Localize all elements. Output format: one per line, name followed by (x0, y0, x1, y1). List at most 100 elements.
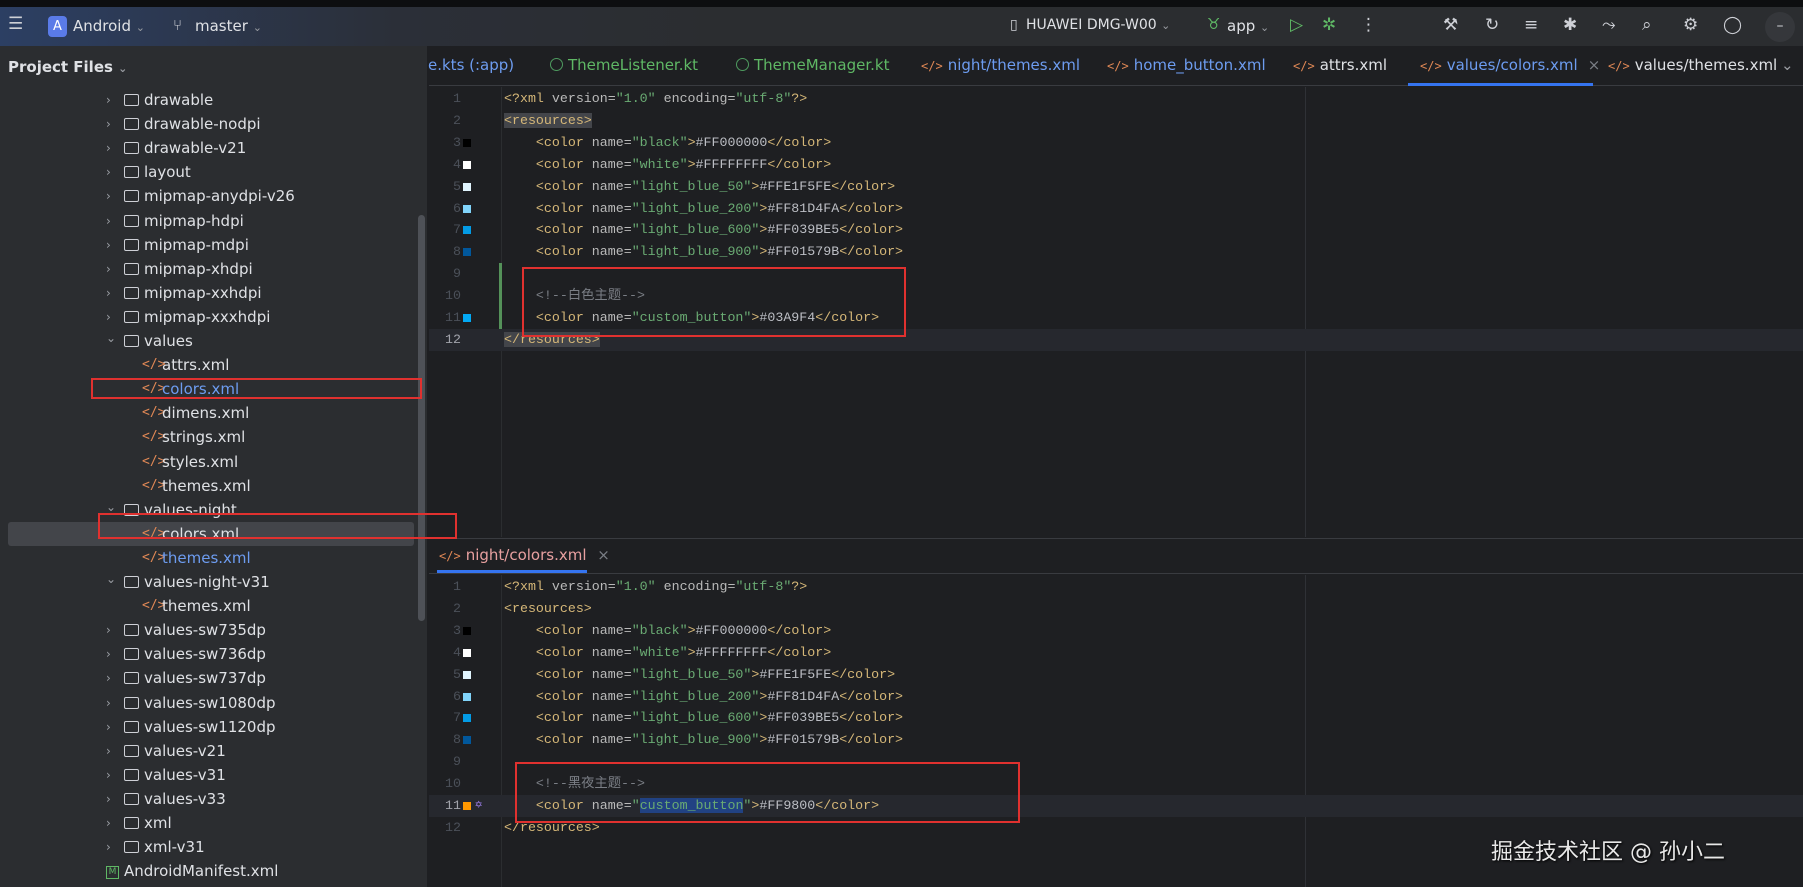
tree-item[interactable]: › xml-v31 (0, 835, 420, 859)
chevron-right-icon[interactable]: › (106, 691, 111, 715)
tree-item[interactable]: › values-sw736dp (0, 642, 420, 666)
tree-item[interactable]: › values-sw1080dp (0, 691, 420, 715)
code-line[interactable]: 2 <resources> (429, 110, 1803, 132)
chevron-right-icon[interactable]: › (106, 715, 111, 739)
build-icon[interactable]: ⚒ (1443, 15, 1458, 35)
search-icon[interactable]: ⌕ (1642, 15, 1652, 35)
color-swatch-icon[interactable] (463, 670, 471, 679)
translate-icon[interactable]: ↻ (1485, 15, 1499, 35)
tree-item[interactable]: </> dimens.xml (0, 401, 420, 425)
chevron-right-icon[interactable]: › (106, 257, 111, 281)
tree-item[interactable]: › layout (0, 160, 420, 184)
tab-item[interactable]: </> attrs.xml (1293, 56, 1387, 74)
tab-item[interactable]: </> night/themes.xml (921, 56, 1080, 74)
tree-item[interactable]: › mipmap-hdpi (0, 209, 420, 233)
tree-item[interactable]: M AndroidManifest.xml (0, 859, 420, 883)
run-config-selector[interactable]: app ⌄ (1227, 17, 1269, 35)
project-files-header[interactable]: Project Files ⌄ (8, 58, 127, 76)
close-icon[interactable]: × (597, 546, 610, 564)
code-line[interactable]: 4 <color name="white">#FFFFFFFF</color> (429, 642, 1803, 664)
tree-item[interactable]: › mipmap-xxxhdpi (0, 305, 420, 329)
chevron-right-icon[interactable]: › (106, 88, 111, 112)
code-line[interactable]: 3 <color name="black">#FF000000</color> (429, 620, 1803, 642)
code-line[interactable]: 5 <color name="light_blue_50" > #FFE1F5FE<… (429, 664, 1803, 686)
vcs-change-marker[interactable] (499, 263, 502, 329)
minimize-button[interactable]: – (1765, 12, 1795, 42)
chevron-right-icon[interactable]: › (106, 233, 111, 257)
run-icon[interactable]: ▷ (1290, 15, 1303, 35)
color-swatch-icon[interactable] (463, 182, 471, 191)
tree-item[interactable]: › mipmap-anydpi-v26 (0, 184, 420, 208)
tab-item[interactable]: e.kts (:app) (428, 56, 514, 74)
code-line[interactable]: 8 <color name="light_blue_900" > #FF01579B… (429, 729, 1803, 751)
chevron-right-icon[interactable]: › (106, 763, 111, 787)
code-line[interactable]: 7 <color name="light_blue_600" > #FF039BE5… (429, 707, 1803, 729)
tab-night-colors[interactable]: </> night/colors.xml × (439, 546, 610, 564)
chevron-down-icon[interactable]: ⌄ (106, 567, 116, 591)
code-line[interactable]: 3 <color name="black">#FF000000</color> (429, 132, 1803, 154)
device-mirror-icon[interactable]: ⤳ (1602, 15, 1616, 35)
tab-item[interactable]: ThemeManager.kt (736, 56, 889, 74)
tab-overflow-chevron[interactable]: ⌄ (1781, 56, 1794, 74)
tree-item[interactable]: </> themes.xml (0, 474, 420, 498)
tree-item[interactable]: </> attrs.xml (0, 353, 420, 377)
chevron-right-icon[interactable]: › (106, 835, 111, 859)
code-line[interactable]: 5 <color name="light_blue_50" > #FFE1F5FE<… (429, 176, 1803, 198)
tree-item[interactable]: › values-v21 (0, 739, 420, 763)
tree-item[interactable]: ⌄ values (0, 329, 420, 353)
chevron-right-icon[interactable]: › (106, 642, 111, 666)
tree-item[interactable]: </> strings.xml (0, 425, 420, 449)
tree-item[interactable]: </> themes.xml (0, 546, 420, 570)
settings-icon[interactable]: ⚙ (1683, 15, 1698, 35)
code-line[interactable]: 2 <resources> (429, 598, 1803, 620)
tab-item[interactable]: ThemeListener.kt (550, 56, 698, 74)
tree-item[interactable]: › mipmap-xhdpi (0, 257, 420, 281)
chevron-right-icon[interactable]: › (106, 209, 111, 233)
tree-item[interactable]: </> styles.xml (0, 450, 420, 474)
project-selector[interactable]: Android ⌄ (73, 17, 145, 35)
tree-item[interactable]: › values-v31 (0, 763, 420, 787)
tab-item[interactable]: </> home_button.xml (1107, 56, 1266, 74)
code-line[interactable]: 7 <color name="light_blue_600" > #FF039BE5… (429, 219, 1803, 241)
tree-item[interactable]: › values-sw737dp (0, 666, 420, 690)
intention-icon[interactable]: ✡ (475, 797, 482, 812)
color-swatch-icon[interactable] (463, 160, 471, 169)
chevron-right-icon[interactable]: › (106, 787, 111, 811)
color-swatch-icon[interactable] (463, 226, 471, 235)
bug-sync-icon[interactable]: ✱ (1563, 15, 1577, 35)
tree-item[interactable]: › values-v33 (0, 787, 420, 811)
tree-item[interactable]: › drawable-nodpi (0, 112, 420, 136)
main-menu-icon[interactable]: ☰ (8, 14, 23, 34)
chevron-right-icon[interactable]: › (106, 112, 111, 136)
code-line[interactable]: 1 <?xml version="1.0" encoding="utf-8"?> (429, 576, 1803, 598)
tree-item[interactable]: </> themes.xml (0, 594, 420, 618)
chevron-right-icon[interactable]: › (106, 618, 111, 642)
color-swatch-icon[interactable] (463, 138, 471, 147)
tab-item[interactable]: </> values/themes.xml (1608, 56, 1777, 74)
code-line[interactable]: 8 <color name="light_blue_900" > #FF01579B… (429, 241, 1803, 263)
chevron-right-icon[interactable]: › (106, 184, 111, 208)
color-swatch-icon[interactable] (463, 314, 471, 322)
device-selector[interactable]: HUAWEI DMG-W00 ⌄ (1026, 17, 1170, 33)
tree-item[interactable]: › xml (0, 811, 420, 835)
color-swatch-icon[interactable] (463, 714, 471, 723)
code-line[interactable]: 4 <color name="white">#FFFFFFFF</color> (429, 154, 1803, 176)
color-swatch-icon[interactable] (463, 248, 471, 257)
tree-item[interactable]: › mipmap-mdpi (0, 233, 420, 257)
tree-item[interactable]: › values-sw735dp (0, 618, 420, 642)
tree-item[interactable]: › drawable (0, 88, 420, 112)
tree-item[interactable]: › mipmap-xxhdpi (0, 281, 420, 305)
code-line[interactable]: 6 <color name="light_blue_200" > #FF81D4FA… (429, 686, 1803, 708)
tab-item[interactable]: </> values/colors.xml × (1420, 56, 1600, 74)
tree-item[interactable]: › values-sw1120dp (0, 715, 420, 739)
color-swatch-icon[interactable] (463, 736, 471, 745)
sidebar-scrollbar[interactable] (418, 215, 425, 621)
more-icon[interactable]: ⋮ (1360, 15, 1377, 35)
chevron-right-icon[interactable]: › (106, 136, 111, 160)
chevron-right-icon[interactable]: › (106, 739, 111, 763)
color-swatch-icon[interactable] (463, 204, 471, 213)
branch-selector[interactable]: master ⌄ (195, 17, 262, 35)
chevron-right-icon[interactable]: › (106, 666, 111, 690)
sync-icon[interactable]: ≡ (1524, 15, 1538, 35)
code-line[interactable]: 6 <color name="light_blue_200" > #FF81D4FA… (429, 198, 1803, 220)
